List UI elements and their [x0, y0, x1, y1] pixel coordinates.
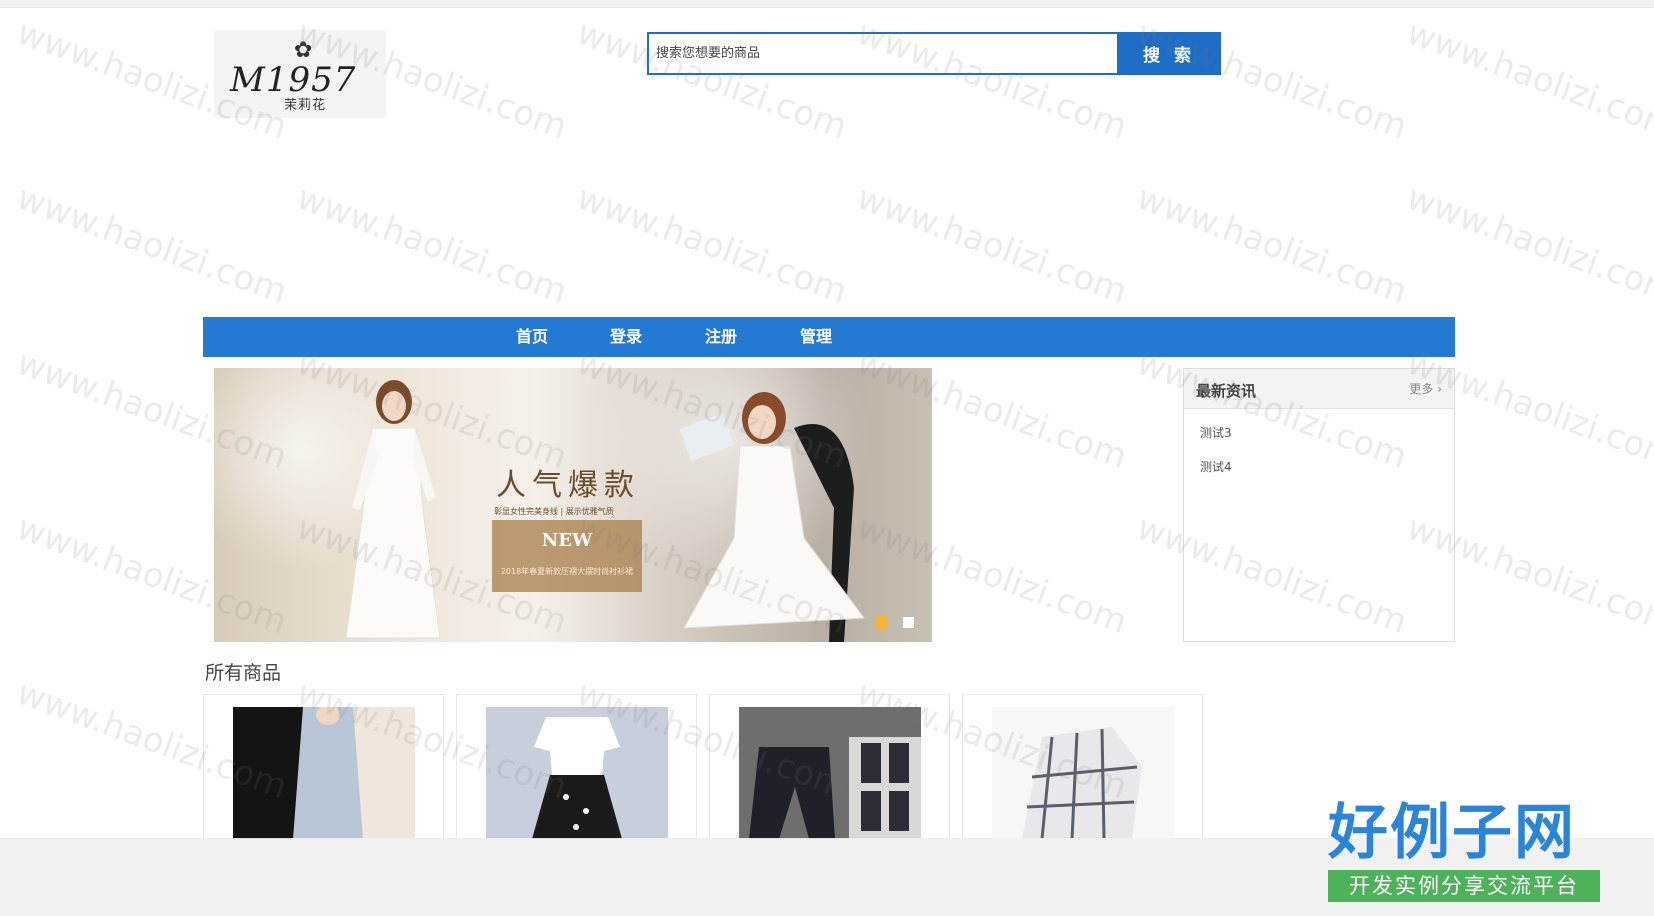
watermark: www.haolizi.com — [571, 177, 853, 313]
search-button[interactable]: 搜 索 — [1117, 32, 1221, 75]
search-input[interactable] — [649, 34, 1117, 73]
product-card[interactable] — [962, 694, 1203, 844]
search-bar: 搜 索 — [647, 32, 1221, 75]
section-title-all-products: 所有商品 — [205, 662, 282, 684]
model-seated-image — [679, 392, 865, 642]
banner-new-sub: 2018年春夏新款压褶大摆时尚衬衫裙 — [500, 567, 634, 576]
nav-item-home[interactable]: 首页 — [516, 317, 548, 357]
top-border — [0, 0, 1654, 8]
banner-new-badge: NEW 2018年春夏新款压褶大摆时尚衬衫裙 — [492, 520, 642, 592]
product-card[interactable] — [456, 694, 697, 844]
site-logo[interactable]: ✿ M1957 茉莉花 — [214, 30, 386, 118]
product-card[interactable] — [709, 694, 950, 844]
news-item[interactable]: 测试4 — [1200, 458, 1232, 475]
page: ✿ M1957 茉莉花 搜 索 首页 登录 注册 管理 人气爆款 彰 — [0, 0, 1654, 916]
product-image — [486, 707, 668, 839]
news-header: 最新资讯 更多 › — [1184, 369, 1454, 409]
model-standing-image — [345, 380, 441, 639]
banner-subtitle: 彰显女性完美身线 | 展示优雅气质 — [494, 507, 614, 516]
news-panel: 最新资讯 更多 › 测试3 测试4 — [1183, 368, 1455, 642]
nav-item-login[interactable]: 登录 — [610, 317, 642, 357]
banner-title: 人气爆款 — [496, 468, 640, 503]
logo-chinese-name: 茉莉花 — [284, 98, 327, 113]
carousel-dot-2[interactable] — [902, 616, 915, 629]
banner-new-label: NEW — [541, 530, 593, 551]
nav-item-register[interactable]: 注册 — [705, 317, 737, 357]
watermark: www.haolizi.com — [11, 177, 293, 313]
watermark: www.haolizi.com — [1401, 12, 1654, 148]
news-item[interactable]: 测试3 — [1200, 424, 1232, 441]
brand-tagline: 开发实例分享交流平台 — [1328, 870, 1600, 902]
carousel-dot-1[interactable] — [875, 616, 888, 629]
product-image — [992, 707, 1174, 839]
watermark: www.haolizi.com — [1131, 177, 1413, 313]
product-image — [739, 707, 921, 839]
watermark: www.haolizi.com — [291, 177, 573, 313]
nav-item-admin[interactable]: 管理 — [800, 317, 832, 357]
news-more-link[interactable]: 更多 › — [1409, 380, 1442, 397]
watermark: www.haolizi.com — [851, 177, 1133, 313]
watermark: www.haolizi.com — [1401, 177, 1654, 313]
product-card[interactable] — [203, 694, 444, 844]
main-nav: 首页 登录 注册 管理 — [203, 317, 1455, 357]
brand-watermark: 好例子网 开发实例分享交流平台 — [1328, 798, 1600, 902]
news-title: 最新资讯 — [1196, 382, 1257, 400]
brand-name: 好例子网 — [1328, 798, 1576, 868]
promo-banner[interactable]: 人气爆款 彰显女性完美身线 | 展示优雅气质 NEW 2018年春夏新款压褶大摆… — [214, 368, 932, 642]
product-image — [233, 707, 415, 839]
